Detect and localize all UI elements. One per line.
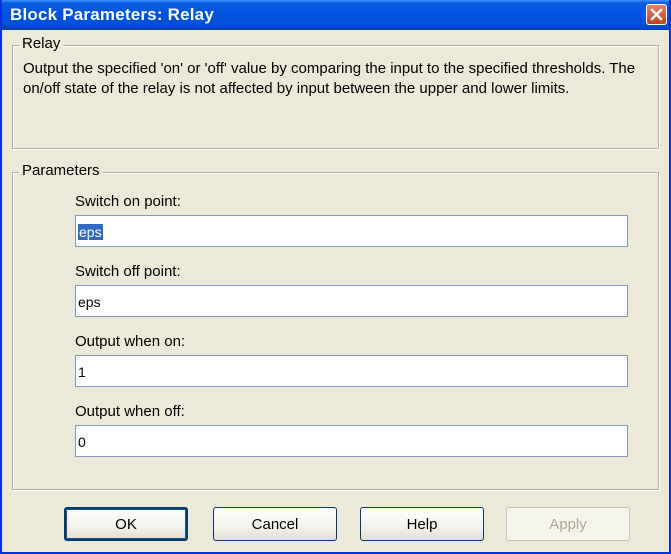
description-group: Relay Output the specified 'on' or 'off'… (12, 35, 659, 149)
switch-on-point-input[interactable]: eps (75, 215, 628, 247)
window-title: Block Parameters: Relay (10, 5, 214, 24)
parameters-group: Parameters Switch on point: eps Switch o… (12, 162, 659, 490)
output-when-off-input[interactable]: 0 (75, 425, 628, 457)
output-when-off-value: 0 (78, 434, 86, 450)
description-group-label: Relay (19, 35, 64, 52)
output-when-on-label: Output when on: (75, 333, 186, 350)
output-when-on-input[interactable]: 1 (75, 355, 628, 387)
switch-off-point-value: eps (78, 294, 101, 310)
help-button[interactable]: Help (360, 507, 484, 541)
cancel-button[interactable]: Cancel (213, 507, 337, 541)
switch-on-point-label: Switch on point: (75, 193, 181, 210)
output-when-on-value: 1 (78, 364, 86, 380)
title-bar[interactable]: Block Parameters: Relay (2, 0, 669, 30)
close-button[interactable] (646, 4, 667, 25)
apply-button[interactable]: Apply (506, 507, 630, 541)
switch-off-point-label: Switch off point: (75, 263, 181, 280)
switch-on-point-value: eps (78, 224, 103, 240)
switch-off-point-input[interactable]: eps (75, 285, 628, 317)
output-when-off-label: Output when off: (75, 403, 185, 420)
block-description: Output the specified 'on' or 'off' value… (23, 60, 636, 97)
ok-button[interactable]: OK (64, 507, 188, 541)
close-icon (650, 8, 663, 21)
parameters-group-label: Parameters (19, 162, 103, 179)
dialog-window: Block Parameters: Relay Relay Output the… (0, 0, 671, 554)
